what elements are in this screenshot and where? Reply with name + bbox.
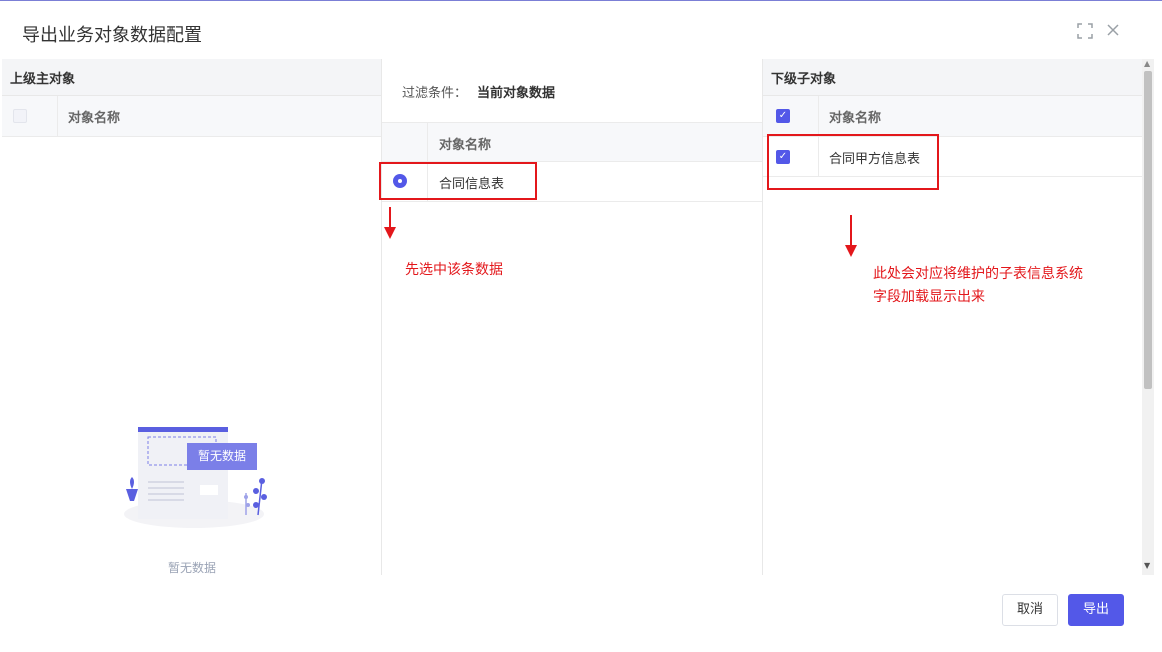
filter-value: 当前对象数据 — [477, 86, 556, 101]
dialog-body: 上级主对象 对象名称 暂无数据 暂无数据 过滤条件： 当前对象数据 对象名称 合… — [2, 59, 1154, 575]
parent-object-title: 上级主对象 — [2, 59, 381, 96]
parent-select-all-cell — [2, 96, 58, 136]
current-column-name: 对象名称 — [439, 138, 492, 153]
expand-icon-graphic — [1077, 23, 1093, 39]
empty-state-text: 暂无数据 — [167, 561, 216, 575]
filter-condition: 过滤条件： 当前对象数据 — [402, 82, 555, 101]
export-button[interactable]: 导出 — [1068, 594, 1124, 626]
scroll-thumb[interactable] — [1144, 71, 1152, 389]
child-select-all-checkbox[interactable]: ✓ — [776, 109, 790, 123]
parent-table-header: 对象名称 — [2, 96, 381, 137]
right-scrollbar[interactable]: ▲ ▼ — [1142, 59, 1154, 575]
annotation-note-middle: 先选中该条数据 — [405, 262, 503, 278]
filter-label: 过滤条件： — [402, 86, 468, 101]
dialog-title: 导出业务对象数据配置 — [22, 25, 202, 46]
child-column-name: 对象名称 — [829, 111, 882, 126]
parent-object-panel: 上级主对象 对象名称 暂无数据 暂无数据 — [2, 59, 382, 575]
dialog-footer: 取消 导出 — [0, 575, 1162, 652]
child-object-title: 下级子对象 — [763, 59, 1143, 96]
parent-select-all-checkbox[interactable] — [13, 109, 27, 123]
empty-illustration: 暂无数据 — [112, 419, 272, 534]
dialog-header: 导出业务对象数据配置 — [0, 1, 1162, 59]
expand-icon[interactable] — [1076, 23, 1094, 41]
annotation-note-right-line2: 字段加载显示出来 — [873, 289, 985, 305]
export-config-dialog: 导出业务对象数据配置 上级主对象 对象名称 暂无数据 暂无数据 过滤条件： 当前… — [0, 0, 1162, 652]
cancel-button[interactable]: 取消 — [1002, 594, 1058, 626]
annotation-box-middle — [379, 162, 537, 200]
close-icon-graphic — [1107, 24, 1119, 36]
annotation-note-right: 此处会对应将维护的子表信息系统 字段加载显示出来 — [873, 263, 1083, 309]
child-table-header: ✓ 对象名称 — [763, 96, 1143, 137]
close-icon[interactable] — [1104, 23, 1122, 41]
annotation-box-right — [767, 134, 939, 190]
child-select-all-cell: ✓ — [763, 96, 819, 136]
annotation-arrow-middle — [384, 207, 396, 239]
scroll-up-icon[interactable]: ▲ — [1144, 59, 1150, 68]
parent-column-name: 对象名称 — [68, 111, 121, 126]
annotation-arrow-right — [845, 215, 857, 257]
scroll-down-icon[interactable]: ▼ — [1144, 561, 1150, 570]
current-object-panel: 过滤条件： 当前对象数据 对象名称 合同信息表 — [382, 59, 763, 575]
annotation-note-right-line1: 此处会对应将维护的子表信息系统 — [873, 266, 1083, 282]
empty-illustration-graphic — [124, 427, 267, 528]
current-table-header: 对象名称 — [382, 122, 762, 162]
empty-illustration-label: 暂无数据 — [197, 449, 246, 463]
current-select-column — [382, 123, 428, 161]
